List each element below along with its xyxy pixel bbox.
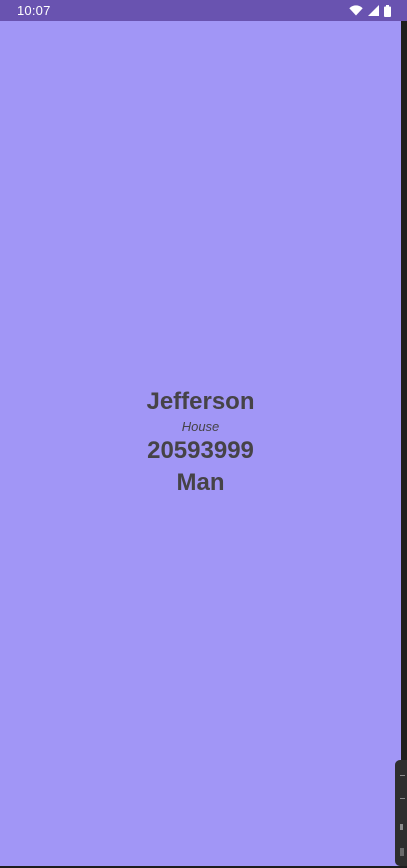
person-name: Jefferson	[146, 388, 255, 415]
signal-icon	[368, 5, 379, 16]
person-number: 20593999	[147, 437, 254, 464]
person-type: House	[181, 419, 220, 434]
handle-mark	[400, 798, 405, 799]
handle-mark	[400, 848, 404, 856]
app-screen: 10:07 Jefferson House 20593999 Man	[0, 0, 407, 868]
status-bar: 10:07	[0, 0, 407, 21]
person-gender: Man	[176, 469, 225, 496]
wifi-icon	[349, 5, 363, 16]
status-time: 10:07	[17, 3, 51, 18]
window-edge-right	[401, 21, 407, 868]
side-panel-handle[interactable]	[395, 760, 407, 866]
person-card: Jefferson House 20593999 Man	[0, 388, 401, 500]
status-icons	[349, 4, 391, 17]
handle-mark	[400, 775, 405, 776]
battery-icon	[384, 4, 391, 17]
handle-mark	[400, 824, 403, 830]
content-area: Jefferson House 20593999 Man	[0, 21, 401, 867]
